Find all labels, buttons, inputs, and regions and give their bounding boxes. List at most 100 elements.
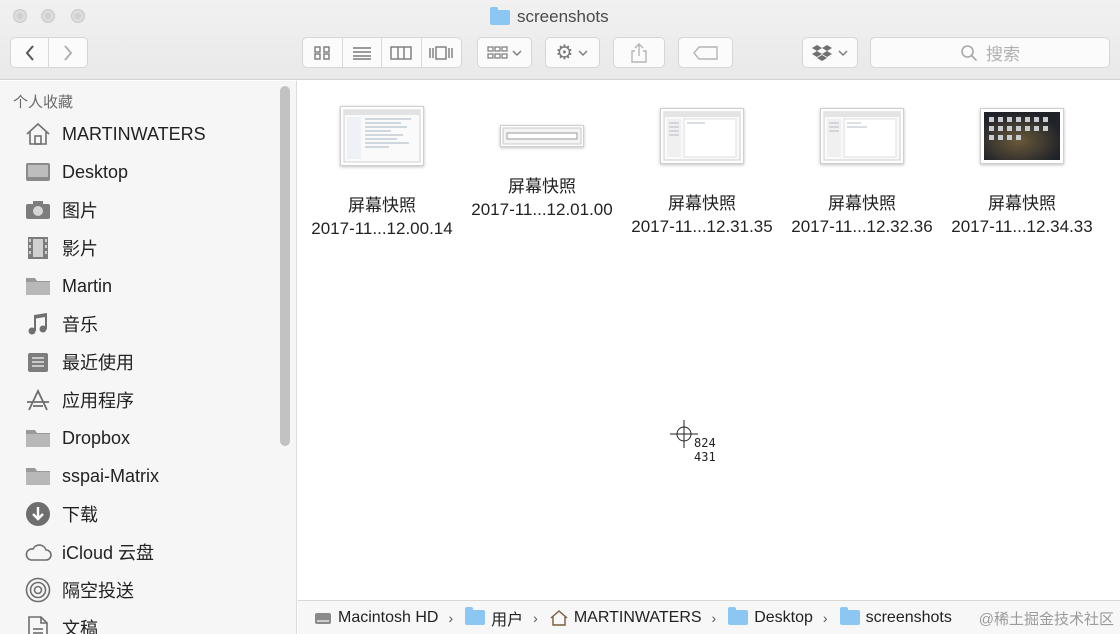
sidebar: 个人收藏 MARTINWATERS Desktop 图片 影片 Martin 音… — [0, 81, 297, 634]
document-icon — [24, 614, 52, 634]
gallery-view-button[interactable] — [422, 38, 461, 67]
camera-icon — [24, 196, 52, 224]
dropbox-icon — [812, 44, 832, 61]
list-view-button[interactable] — [343, 38, 382, 67]
sidebar-item-desktop[interactable]: Desktop — [24, 156, 128, 188]
sidebar-item-label: 应用程序 — [62, 391, 134, 411]
sidebar-item-label: sspai-Matrix — [62, 465, 160, 486]
tag-button[interactable] — [678, 37, 733, 68]
cursor-x: 824 — [694, 436, 716, 450]
file-name: 屏幕快照 — [348, 196, 416, 215]
file-item[interactable]: 屏幕快照 2017-11...12.31.35 — [622, 100, 782, 238]
icon-view-button[interactable] — [303, 38, 343, 67]
watermark: @稀土掘金技术社区 — [978, 611, 1114, 628]
path-item-label: screenshots — [865, 608, 952, 626]
sidebar-item-dropbox[interactable]: Dropbox — [24, 422, 130, 454]
file-name: 屏幕快照 — [988, 194, 1056, 213]
path-separator-icon: › — [711, 609, 717, 626]
sidebar-item-label: 图片 — [62, 201, 98, 221]
sidebar-section-title: 个人收藏 — [13, 94, 74, 111]
folder-icon — [24, 462, 52, 490]
sidebar-item-label: iCloud 云盘 — [62, 543, 155, 563]
path-item-label: MARTINWATERS — [573, 608, 702, 626]
sidebar-item-label: 音乐 — [62, 315, 98, 335]
zoom-button[interactable] — [71, 9, 85, 23]
sidebar-item-music[interactable]: 音乐 — [24, 308, 98, 340]
file-item[interactable]: 屏幕快照 2017-11...12.34.33 — [942, 100, 1102, 238]
file-date: 2017-11...12.31.35 — [631, 217, 773, 236]
sidebar-item-label: 文稿 — [62, 619, 98, 634]
sidebar-item-movies[interactable]: 影片 — [24, 232, 98, 264]
file-item[interactable]: 屏幕快照 2017-11...12.00.14 — [302, 100, 462, 240]
column-view-button[interactable] — [382, 38, 422, 67]
path-separator-icon: › — [822, 609, 828, 626]
file-name: 屏幕快照 — [668, 194, 736, 213]
path-item-desktop[interactable]: Desktop — [728, 607, 813, 627]
sidebar-item-martin[interactable]: Martin — [24, 270, 112, 302]
search-field[interactable]: 搜索 — [870, 37, 1110, 68]
navigation-buttons — [10, 37, 88, 68]
sidebar-item-airdrop[interactable]: 隔空投送 — [24, 574, 134, 606]
cloud-icon — [24, 538, 52, 566]
minimize-button[interactable] — [41, 9, 55, 23]
grid-icon — [314, 45, 330, 60]
search-icon — [961, 44, 978, 61]
sidebar-item-home[interactable]: MARTINWATERS — [24, 118, 206, 150]
path-item-macintosh-hd[interactable]: Macintosh HD — [314, 609, 438, 627]
close-button[interactable] — [13, 9, 27, 23]
list-icon — [352, 46, 371, 60]
columns-icon — [390, 45, 412, 60]
file-date: 2017-11...12.00.14 — [311, 219, 453, 238]
chevron-left-icon — [25, 44, 34, 61]
film-icon — [24, 234, 52, 262]
sidebar-item-recents[interactable]: 最近使用 — [24, 346, 134, 378]
download-icon — [24, 500, 52, 528]
path-item-label: Macintosh HD — [338, 608, 439, 626]
sidebar-item-label: Martin — [62, 275, 113, 296]
file-name: 屏幕快照 — [508, 177, 576, 196]
window-toolbar: screenshots ⚙ 搜索 — [0, 0, 1120, 80]
share-button[interactable] — [613, 37, 665, 68]
path-item-screenshots[interactable]: screenshots — [839, 607, 952, 627]
arrange-grid-icon — [486, 45, 521, 59]
hard-drive-icon — [315, 612, 331, 624]
file-thumbnail — [660, 108, 744, 164]
sidebar-item-applications[interactable]: 应用程序 — [24, 384, 134, 416]
sidebar-item-label: Dropbox — [62, 427, 131, 448]
path-item-users[interactable]: 用户 — [465, 606, 523, 630]
folder-icon — [728, 607, 749, 625]
dropbox-button[interactable] — [802, 37, 858, 68]
folder-icon — [490, 6, 510, 25]
action-menu-button[interactable]: ⚙ — [545, 37, 600, 68]
sidebar-item-icloud-drive[interactable]: iCloud 云盘 — [24, 536, 154, 568]
file-date: 2017-11...12.34.33 — [951, 217, 1093, 236]
sidebar-item-downloads[interactable]: 下载 — [24, 498, 98, 530]
file-item[interactable]: 屏幕快照 2017-11...12.32.36 — [782, 100, 942, 238]
folder-icon — [24, 424, 52, 452]
tag-icon — [692, 45, 718, 60]
airdrop-icon — [24, 576, 52, 604]
folder-icon — [24, 272, 52, 300]
sidebar-item-sspai-matrix[interactable]: sspai-Matrix — [24, 460, 159, 492]
sidebar-item-label: 隔空投送 — [62, 581, 134, 601]
path-separator-icon: › — [448, 609, 454, 626]
arrange-button[interactable] — [477, 37, 532, 68]
forward-button[interactable] — [49, 38, 87, 67]
sidebar-item-label: 下载 — [62, 505, 98, 525]
sidebar-item-label: Desktop — [62, 161, 129, 182]
file-date: 2017-11...12.32.36 — [791, 217, 933, 236]
sidebar-item-documents[interactable]: 文稿 — [24, 612, 98, 634]
music-icon — [24, 310, 52, 338]
path-item-home[interactable]: MARTINWATERS — [550, 609, 702, 627]
view-mode-control — [302, 37, 462, 68]
file-item[interactable]: 屏幕快照 2017-11...12.01.00 — [462, 100, 622, 221]
file-thumbnail — [820, 108, 904, 164]
back-button[interactable] — [11, 38, 50, 67]
chevron-down-icon — [838, 50, 848, 56]
cursor-coordinates: 824 431 — [694, 436, 716, 464]
file-name: 屏幕快照 — [828, 194, 896, 213]
sidebar-item-pictures[interactable]: 图片 — [24, 194, 98, 226]
sidebar-scrollbar[interactable] — [280, 86, 290, 446]
path-separator-icon: › — [533, 609, 538, 626]
path-item-label: Desktop — [754, 608, 813, 626]
